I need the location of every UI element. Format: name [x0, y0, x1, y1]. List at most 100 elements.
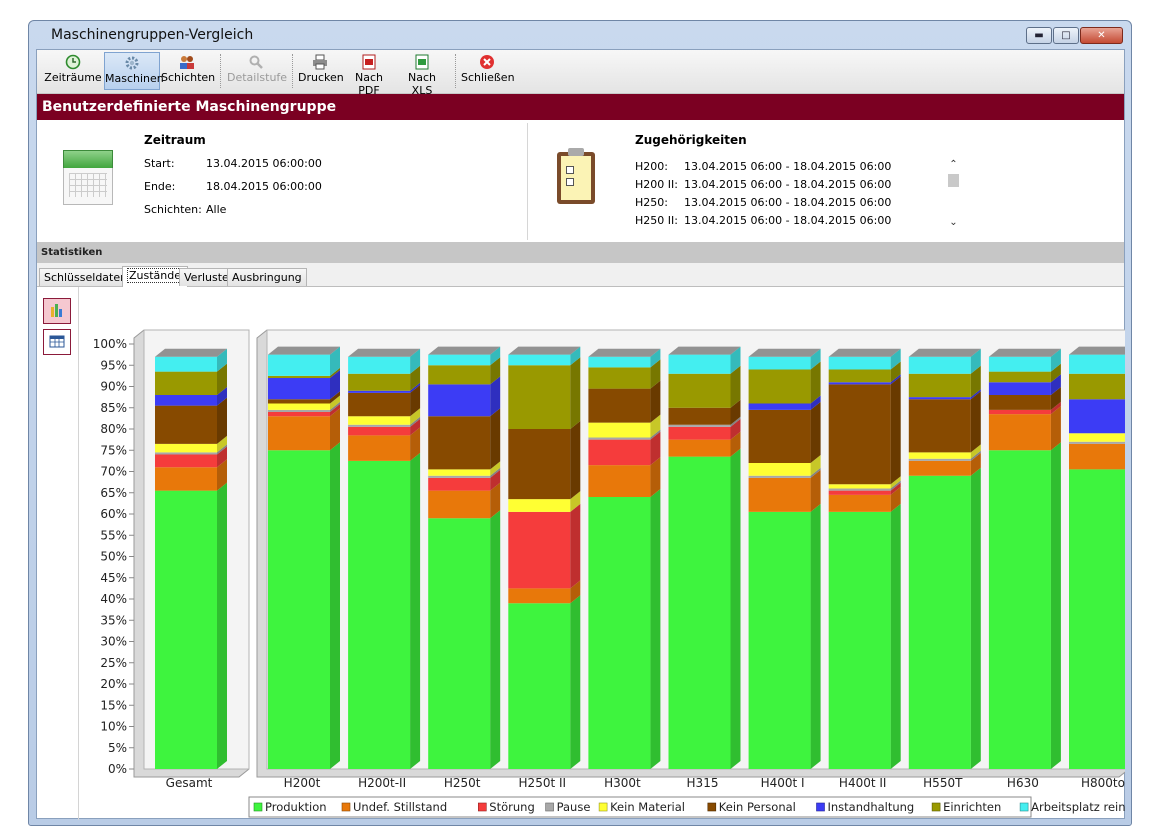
bar-segment-side	[410, 452, 421, 769]
bar-segment	[828, 494, 891, 512]
bar-segment	[155, 454, 217, 468]
legend-swatch	[598, 802, 608, 812]
zeitraeume-label: Zeiträume	[44, 71, 102, 84]
bar-segment	[588, 439, 651, 466]
bar-segment	[428, 354, 491, 366]
bar-segment	[348, 424, 411, 427]
table-view-button[interactable]	[43, 329, 71, 355]
schliessen-button[interactable]: Schließen	[461, 52, 515, 90]
bar-top-cap	[908, 348, 981, 357]
printer-icon	[298, 54, 342, 70]
bar-segment	[588, 422, 651, 438]
legend-label: Instandhaltung	[828, 800, 915, 814]
x-tick-label: H630	[1007, 776, 1039, 790]
bar-segment	[155, 356, 217, 372]
x-tick-label: H550T	[923, 776, 963, 790]
drucken-button[interactable]: Drucken	[298, 52, 344, 90]
assignment-range: 13.04.2015 06:00 - 18.04.2015 06:00	[684, 214, 892, 227]
info-panel: Zeitraum Start: 13.04.2015 06:00:00 Ende…	[37, 120, 1124, 242]
y-tick-label: 45%	[100, 571, 127, 585]
bar-top-cap	[155, 348, 227, 357]
bar-segment	[748, 463, 811, 476]
bar-segment	[908, 458, 971, 461]
shifts-value: Alle	[206, 203, 227, 216]
legend-label: Pause	[557, 800, 591, 814]
bar-segment	[908, 452, 971, 459]
detailstufe-label: Detailstufe	[227, 71, 288, 84]
bar-segment-side	[810, 503, 821, 769]
zeitraeume-button[interactable]: Zeiträume	[43, 52, 103, 90]
bar-segment	[828, 384, 891, 485]
nach-xls-button[interactable]: Nach XLS	[396, 52, 448, 97]
schichten-button[interactable]: Schichten	[161, 52, 215, 90]
bar-segment	[588, 356, 651, 368]
assignments-scrollbar[interactable]: ⌃ ⌄	[945, 158, 962, 232]
legend-swatch	[931, 802, 941, 812]
assignment-machine: H200:	[635, 160, 668, 173]
bar-segment	[588, 497, 651, 769]
scroll-down-icon[interactable]: ⌄	[945, 216, 962, 230]
y-tick-label: 25%	[100, 656, 127, 670]
bar-chart-icon	[51, 304, 62, 317]
chart-view-button[interactable]	[43, 298, 71, 324]
toolbar-separator	[220, 54, 222, 88]
tab-label: Verluste	[184, 271, 229, 284]
bar-segment	[428, 518, 491, 769]
detailstufe-button[interactable]: Detailstufe	[227, 52, 288, 90]
assignment-machine: H250:	[635, 196, 668, 209]
bar-segment	[828, 488, 891, 491]
maschinen-button[interactable]: Maschinen	[104, 52, 164, 90]
bar-segment	[908, 373, 971, 398]
bar-segment-side	[490, 408, 501, 470]
bar-segment	[1069, 433, 1125, 442]
tab-verluste[interactable]: Verluste	[179, 268, 234, 286]
bar-segment	[748, 475, 811, 478]
bar-segment	[268, 416, 330, 451]
bar-segment	[748, 356, 811, 370]
tab-ausbringung[interactable]: Ausbringung	[227, 268, 307, 286]
assignment-range: 13.04.2015 06:00 - 18.04.2015 06:00	[684, 178, 892, 191]
assignment-range: 13.04.2015 06:00 - 18.04.2015 06:00	[684, 160, 892, 173]
bar-segment-side	[217, 482, 227, 769]
table-icon	[49, 335, 65, 348]
scroll-thumb[interactable]	[948, 174, 959, 187]
minimize-button[interactable]: ▬	[1026, 27, 1052, 44]
tab-schluesseldaten[interactable]: Schlüsseldaten	[39, 268, 133, 286]
legend-swatch	[341, 802, 351, 812]
legend-swatch	[707, 802, 717, 812]
assignment-machine: H250 II:	[635, 214, 678, 227]
close-window-button[interactable]: ✕	[1080, 27, 1123, 44]
bar-segment-side	[570, 357, 581, 429]
bar-top-cap	[348, 348, 421, 357]
title-bar[interactable]: Maschinengruppen-Vergleich ▬ □ ✕	[29, 21, 1131, 49]
maximize-button[interactable]: □	[1053, 27, 1079, 44]
bar-segment	[348, 373, 411, 391]
bar-segment	[668, 373, 731, 408]
minimize-icon: ▬	[1034, 30, 1044, 41]
bar-segment	[828, 484, 891, 489]
bar-segment	[908, 460, 971, 476]
bar-segment-side	[570, 595, 581, 769]
bar-segment	[428, 384, 491, 417]
nach-pdf-button[interactable]: Nach PDF	[344, 52, 394, 97]
client-area: Zeiträume Maschinen Schichten Detailstuf…	[36, 49, 1125, 820]
window-title: Maschinengruppen-Vergleich	[51, 27, 254, 43]
bar-segment	[908, 356, 971, 374]
bar-segment	[268, 378, 330, 400]
x-tick-label: H400t II	[839, 776, 887, 790]
bar-segment	[668, 424, 731, 427]
clipboard-icon	[557, 148, 597, 206]
close-red-icon	[461, 54, 513, 70]
bar-segment	[428, 490, 491, 519]
legend-label: Einrichten	[943, 800, 1001, 814]
clock-icon	[43, 54, 103, 70]
scroll-up-icon[interactable]: ⌃	[945, 158, 962, 172]
bar-segment	[748, 403, 811, 410]
bar-segment-side	[1050, 442, 1061, 769]
bar-segment	[508, 429, 571, 500]
bar-segment	[268, 412, 330, 417]
legend-swatch	[253, 802, 263, 812]
bar-segment	[348, 460, 411, 769]
bar-segment	[155, 395, 217, 406]
bar-segment	[988, 395, 1051, 410]
